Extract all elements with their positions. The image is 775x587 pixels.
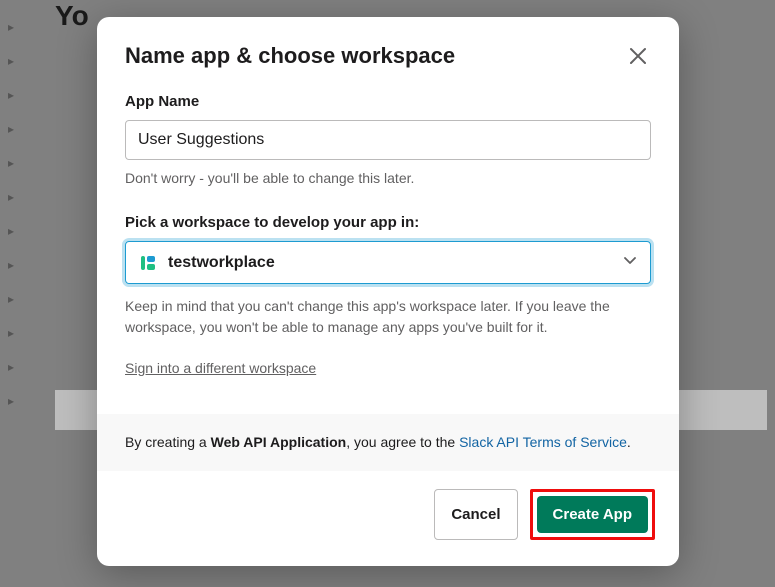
bg-nav-arrows: ▸ ▸ ▸ ▸ ▸ ▸ ▸ ▸ ▸ ▸ ▸ ▸ xyxy=(8,20,14,428)
terms-bar: By creating a Web API Application, you a… xyxy=(97,414,679,471)
create-app-modal: Name app & choose workspace App Name Don… xyxy=(97,17,679,566)
workspace-icon xyxy=(138,253,158,273)
workspace-note: Keep in mind that you can't change this … xyxy=(125,296,651,338)
modal-body: App Name Don't worry - you'll be able to… xyxy=(97,93,679,390)
workspace-selected-text: testworkplace xyxy=(168,254,612,272)
close-icon xyxy=(629,47,647,65)
terms-text-suffix: . xyxy=(627,434,631,450)
modal-title: Name app & choose workspace xyxy=(125,43,455,69)
modal-footer: Cancel Create App xyxy=(97,471,679,566)
app-name-input[interactable] xyxy=(125,120,651,160)
chevron-down-icon xyxy=(622,252,638,273)
app-name-help-text: Don't worry - you'll be able to change t… xyxy=(125,170,651,186)
cancel-button[interactable]: Cancel xyxy=(434,489,517,540)
workspace-label: Pick a workspace to develop your app in: xyxy=(125,214,651,231)
create-button-highlight: Create App xyxy=(530,489,655,540)
terms-text-bold: Web API Application xyxy=(211,434,347,450)
sign-in-different-workspace-link[interactable]: Sign into a different workspace xyxy=(125,360,316,376)
workspace-select[interactable]: testworkplace xyxy=(125,241,651,284)
app-name-label: App Name xyxy=(125,93,651,110)
terms-text-prefix: By creating a xyxy=(125,434,211,450)
modal-header: Name app & choose workspace xyxy=(97,17,679,87)
close-button[interactable] xyxy=(625,43,651,69)
tos-link[interactable]: Slack API Terms of Service xyxy=(459,434,627,450)
create-app-button[interactable]: Create App xyxy=(537,496,648,533)
terms-text-mid: , you agree to the xyxy=(346,434,459,450)
page-title-obscured: Yo xyxy=(55,0,89,32)
